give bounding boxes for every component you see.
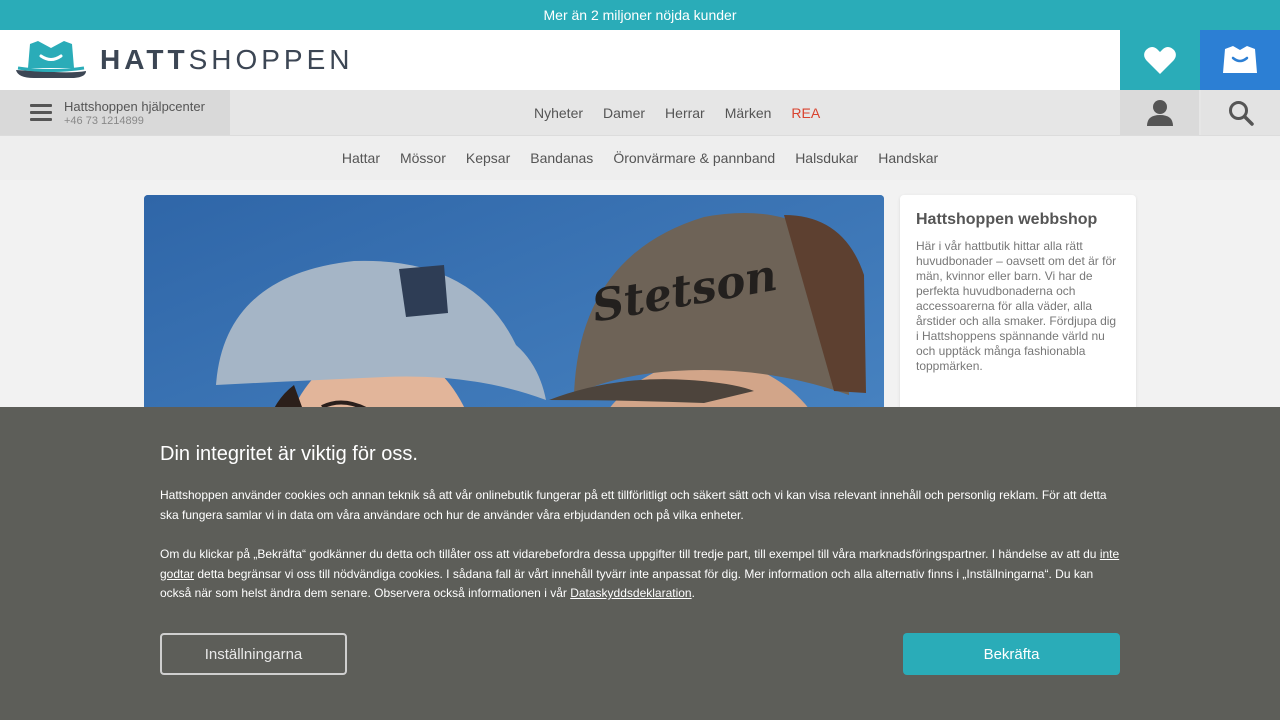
search-button[interactable] bbox=[1201, 90, 1280, 135]
search-icon bbox=[1228, 100, 1254, 126]
privacy-policy-link[interactable]: Dataskyddsdeklaration bbox=[570, 586, 691, 600]
category-mossor[interactable]: Mössor bbox=[400, 150, 446, 166]
help-center-phone: +46 73 1214899 bbox=[64, 115, 144, 127]
nav-item-nyheter[interactable]: Nyheter bbox=[534, 105, 583, 121]
cookie-text-details: Om du klickar på „Bekräfta“ godkänner du… bbox=[160, 547, 1120, 600]
nav-item-damer[interactable]: Damer bbox=[603, 105, 645, 121]
logo-wordmark: HATTSHOPPEN bbox=[100, 44, 354, 75]
cookie-consent-banner: Din integritet är viktig för oss. Hattsh… bbox=[0, 407, 1280, 720]
wishlist-button[interactable] bbox=[1120, 30, 1200, 90]
cookie-text-intro: Hattshoppen använder cookies och annan t… bbox=[160, 488, 1107, 522]
category-kepsar[interactable]: Kepsar bbox=[466, 150, 510, 166]
nav-item-marken[interactable]: Märken bbox=[725, 105, 772, 121]
bag-icon bbox=[1223, 46, 1257, 73]
heart-icon bbox=[1144, 46, 1176, 74]
category-oronvarmare-pannband[interactable]: Öronvärmare & pannband bbox=[613, 150, 775, 166]
category-handskar[interactable]: Handskar bbox=[878, 150, 938, 166]
category-hattar[interactable]: Hattar bbox=[342, 150, 380, 166]
hat-logo-icon bbox=[16, 41, 86, 78]
webshop-info-title: Hattshoppen webbshop bbox=[916, 211, 1098, 228]
cookie-title: Din integritet är viktig för oss. bbox=[160, 443, 418, 465]
webshop-info-text: Här i vår hattbutik hittar alla rätt huv… bbox=[916, 239, 1117, 373]
announcement-bar: Mer än 2 miljoner nöjda kunder bbox=[0, 0, 1280, 30]
help-center-menu[interactable]: Hattshoppen hjälpcenter +46 73 1214899 bbox=[0, 90, 230, 135]
category-bandanas[interactable]: Bandanas bbox=[530, 150, 593, 166]
nav-item-rea[interactable]: REA bbox=[791, 105, 820, 121]
cookie-settings-button[interactable]: Inställningarna bbox=[160, 633, 347, 675]
main-nav-row: Hattshoppen hjälpcenter +46 73 1214899 N… bbox=[0, 90, 1280, 135]
help-center-title: Hattshoppen hjälpcenter bbox=[64, 99, 205, 114]
site-header: HATTSHOPPEN bbox=[0, 30, 1280, 90]
site-logo[interactable]: HATTSHOPPEN bbox=[14, 40, 354, 80]
nav-item-herrar[interactable]: Herrar bbox=[665, 105, 705, 121]
hamburger-menu-icon[interactable] bbox=[30, 104, 52, 122]
user-icon bbox=[1146, 99, 1173, 126]
account-button[interactable] bbox=[1120, 90, 1199, 135]
cookie-confirm-button[interactable]: Bekräfta bbox=[903, 633, 1120, 675]
category-nav: Hattar Mössor Kepsar Bandanas Öronvärmar… bbox=[0, 135, 1280, 180]
cart-button[interactable] bbox=[1200, 30, 1280, 90]
main-nav: Nyheter Damer Herrar Märken REA bbox=[524, 90, 830, 135]
category-halsdukar[interactable]: Halsdukar bbox=[795, 150, 858, 166]
